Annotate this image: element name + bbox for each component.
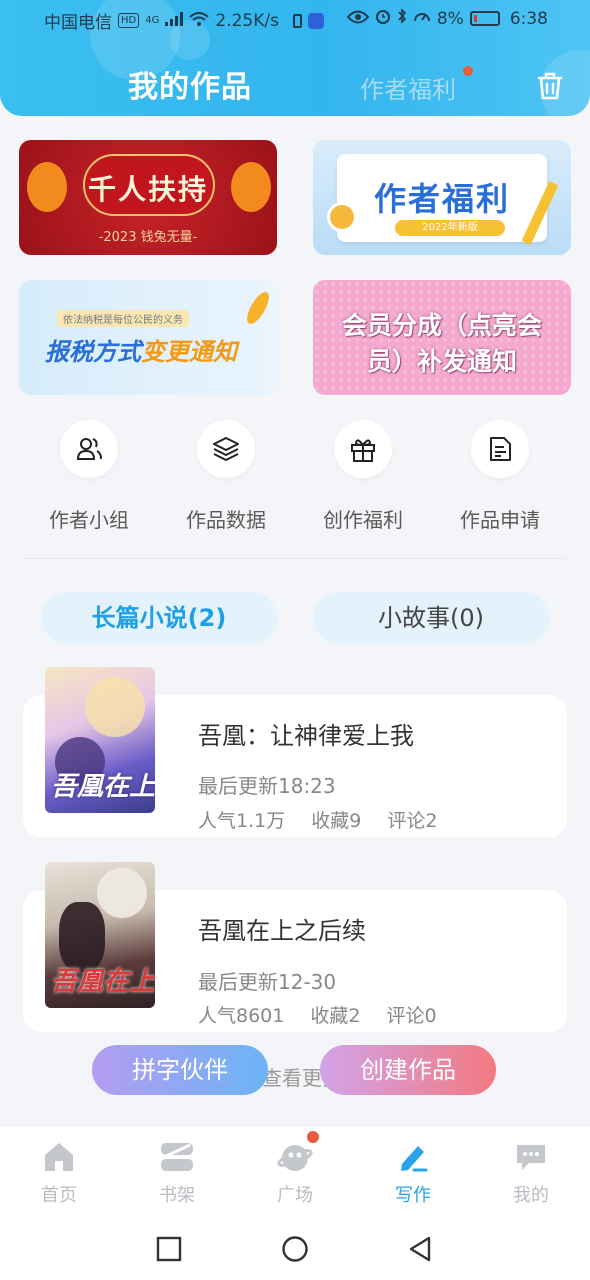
- bottom-nav: 首页 书架 广场 写作 我的: [0, 1127, 590, 1215]
- pen-icon: [354, 1137, 472, 1177]
- nav-bookshelf[interactable]: 书架: [118, 1137, 236, 1207]
- tab-author-welfare[interactable]: 作者福利: [360, 70, 456, 105]
- quick-label: 作品申请: [460, 508, 540, 532]
- work-updated: 最后更新12-30: [198, 970, 337, 994]
- banner-note: 依法纳税是每位公民的义务: [57, 310, 189, 327]
- bluetooth-icon: [397, 8, 407, 29]
- layers-icon: [197, 420, 255, 478]
- battery-icon: [469, 11, 500, 26]
- banner-title: 会员分成（点亮会 员）补发通知: [341, 311, 542, 376]
- hd-badge: HD: [118, 13, 140, 28]
- recents-button[interactable]: [155, 1235, 183, 1263]
- work-stats: 人气1.1万 收藏9 评论2: [198, 806, 437, 833]
- book-cover[interactable]: 吾凰在上: [45, 667, 155, 813]
- notification-dot: [307, 1131, 319, 1143]
- quick-author-group[interactable]: 作者小组: [19, 420, 159, 533]
- cover-title: 吾凰在上: [51, 967, 155, 997]
- home-button[interactable]: [281, 1235, 309, 1263]
- banner-member-notice[interactable]: 会员分成（点亮会 员）补发通知: [313, 280, 571, 395]
- app-header: 中国电信 HD 4G 2.25K/s 8% 6:38 我的作品 作者福利: [0, 0, 590, 116]
- word-partner-button[interactable]: 拼字伙伴: [92, 1045, 268, 1095]
- eye-icon: [346, 9, 370, 29]
- work-stats: 人气8601 收藏2 评论0: [198, 1001, 437, 1028]
- network-label: 4G: [145, 15, 160, 26]
- quick-work-application[interactable]: 作品申请: [430, 420, 570, 533]
- quick-label: 作者小组: [49, 508, 129, 532]
- speedometer-icon: [413, 8, 431, 29]
- notification-dot: [463, 66, 473, 76]
- banner-title: 报税方式变更通知: [45, 338, 237, 366]
- popularity: 人气1.1万: [198, 810, 286, 832]
- home-icon: [0, 1137, 118, 1177]
- page-title[interactable]: 我的作品: [128, 62, 252, 106]
- status-bar: 中国电信 HD 4G 2.25K/s 8% 6:38: [0, 8, 590, 34]
- wifi-icon: [189, 11, 210, 31]
- quick-creation-welfare[interactable]: 创作福利: [293, 420, 433, 533]
- popularity: 人气8601: [198, 1005, 285, 1027]
- system-nav-bar: [0, 1215, 590, 1280]
- battery-percent: 8%: [436, 8, 464, 29]
- sim-icon: [292, 13, 302, 28]
- nav-writing[interactable]: 写作: [354, 1137, 472, 1207]
- banner-subtitle: -2023 钱兔无量-: [98, 230, 198, 245]
- create-work-button[interactable]: 创建作品: [320, 1045, 496, 1095]
- people-icon: [60, 420, 118, 478]
- cover-title: 吾凰在上: [51, 772, 155, 802]
- work-title[interactable]: 吾凰在上之后续: [198, 911, 366, 946]
- document-icon: [471, 420, 529, 478]
- section-divider: [24, 558, 566, 559]
- favorites: 收藏9: [311, 810, 362, 832]
- banner-author-welfare[interactable]: 作者福利 2022年新版: [313, 140, 571, 255]
- app-notify-icon: [307, 12, 324, 29]
- work-title[interactable]: 吾凰：让神律爱上我: [198, 716, 414, 751]
- leaf-icon: [242, 288, 274, 328]
- clock-icon: [327, 202, 357, 232]
- trash-icon[interactable]: [535, 70, 565, 102]
- back-button[interactable]: [406, 1235, 434, 1263]
- favorites: 收藏2: [310, 1005, 361, 1027]
- alarm-icon: [375, 8, 391, 29]
- nav-me[interactable]: 我的: [472, 1137, 590, 1207]
- tab-short-stories[interactable]: 小故事(0): [313, 592, 549, 644]
- tab-long-novels[interactable]: 长篇小说(2): [41, 592, 277, 644]
- comments: 评论0: [386, 1005, 437, 1027]
- bookshelf-icon: [118, 1137, 236, 1177]
- banner-tag: 2022年新版: [395, 220, 505, 236]
- quick-work-data[interactable]: 作品数据: [156, 420, 296, 533]
- planet-icon: [236, 1137, 354, 1177]
- quick-label: 创作福利: [323, 508, 403, 532]
- gift-icon: [334, 420, 392, 478]
- net-speed: 2.25K/s: [215, 10, 279, 31]
- chat-bubble-icon: [472, 1137, 590, 1177]
- comments: 评论2: [387, 810, 438, 832]
- carrier-label: 中国电信: [44, 13, 112, 33]
- banner-tax-notice[interactable]: 依法纳税是每位公民的义务 报税方式变更通知: [19, 280, 277, 395]
- banner-title: 千人扶持: [87, 173, 208, 206]
- quick-label: 作品数据: [186, 508, 266, 532]
- clock: 6:38: [509, 8, 548, 29]
- signal-icon: [165, 11, 184, 31]
- banner-support[interactable]: 千人扶持 -2023 钱兔无量-: [19, 140, 277, 255]
- nav-plaza[interactable]: 广场: [236, 1137, 354, 1207]
- book-cover[interactable]: 吾凰在上: [45, 862, 155, 1008]
- work-updated: 最后更新18:23: [198, 774, 336, 798]
- nav-home[interactable]: 首页: [0, 1137, 118, 1207]
